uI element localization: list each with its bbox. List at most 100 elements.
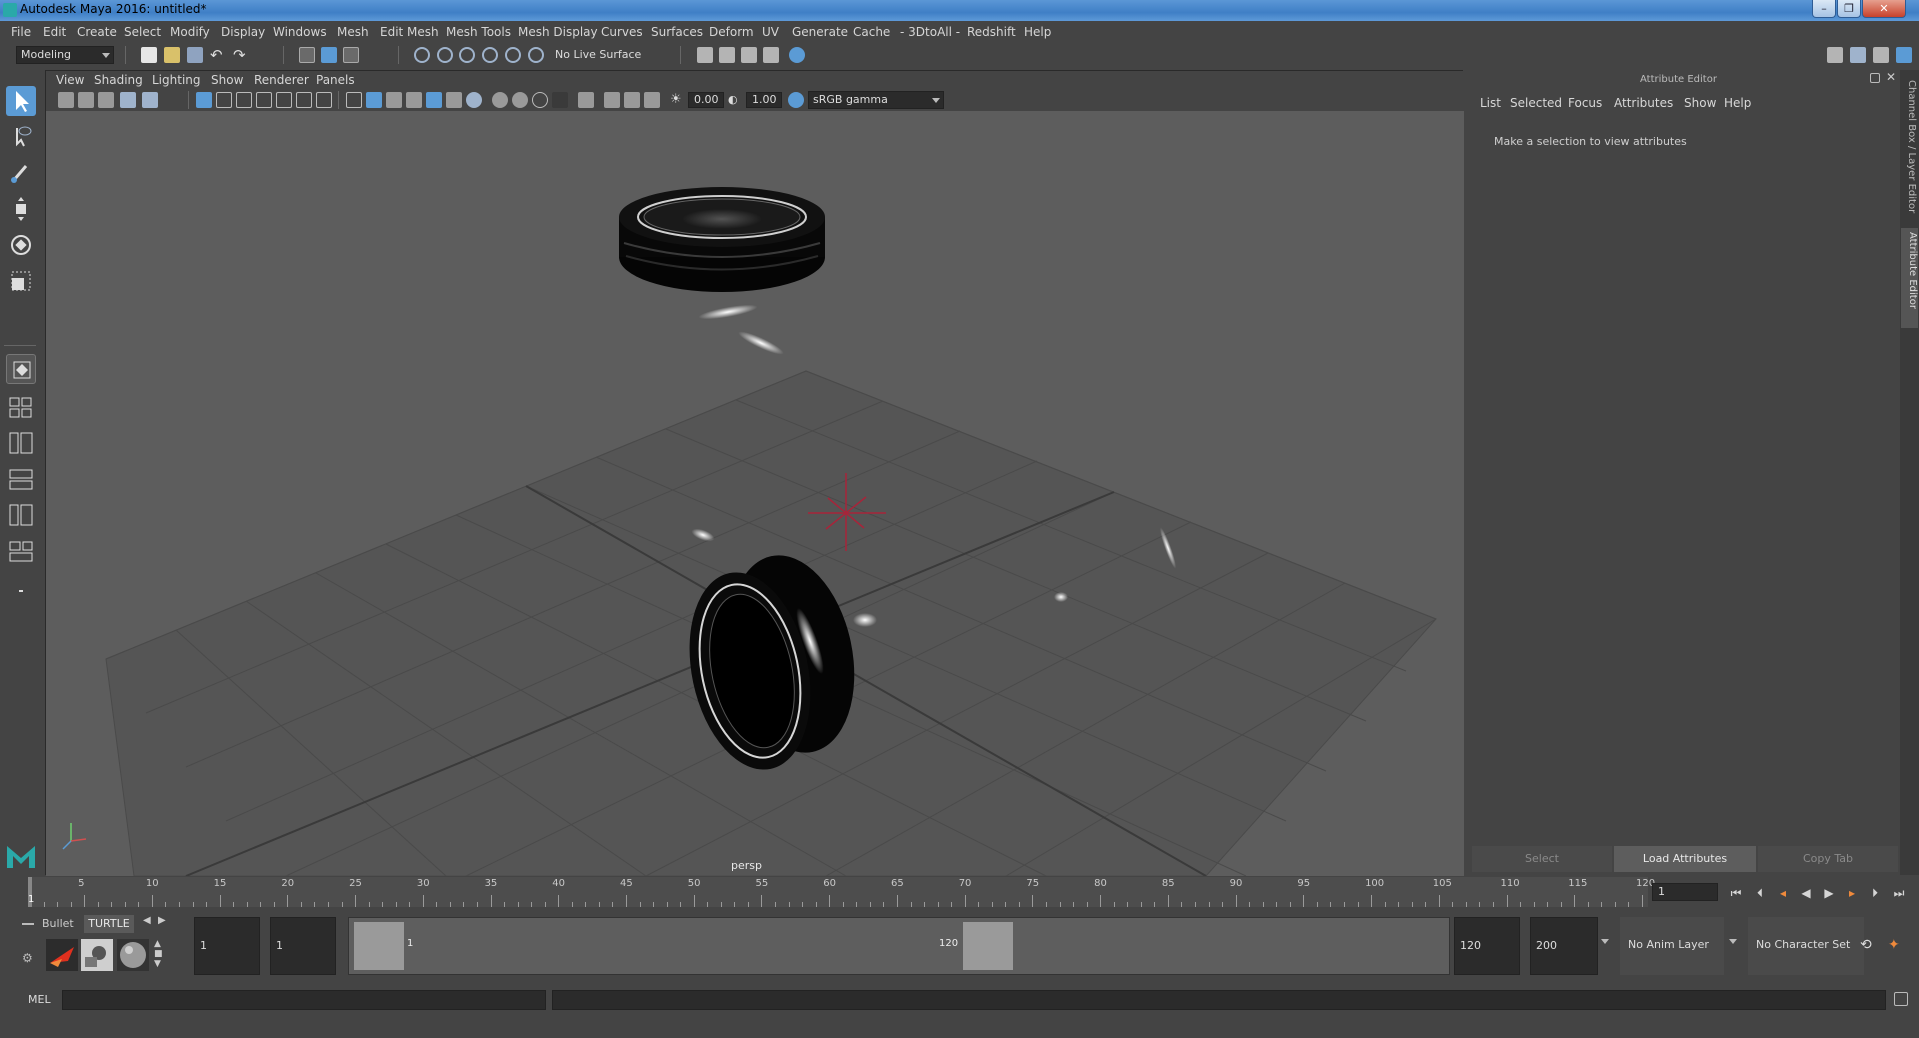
grid-toggle-icon[interactable] (196, 92, 212, 108)
current-frame-field[interactable]: 1 (1652, 883, 1718, 901)
ae-menu-attributes[interactable]: Attributes (1614, 96, 1673, 110)
camera-attributes-icon[interactable] (78, 92, 94, 108)
redo-icon[interactable]: ↷ (233, 47, 249, 63)
mel-label[interactable]: MEL (28, 993, 51, 1006)
shelf-tab-turtle[interactable]: TURTLE (84, 915, 134, 933)
ae-menu-focus[interactable]: Focus (1568, 96, 1602, 110)
select-object-icon[interactable] (321, 47, 337, 63)
ae-menu-show[interactable]: Show (1684, 96, 1716, 110)
menu-edit-mesh[interactable]: Edit Mesh (380, 21, 439, 43)
viewport-menu-view[interactable]: View (56, 71, 84, 89)
step-forward-key-icon[interactable]: ▸ (1843, 884, 1861, 902)
smooth-shade-icon[interactable] (366, 92, 382, 108)
restore-button[interactable]: ❐ (1837, 0, 1861, 18)
safe-title-icon[interactable] (316, 92, 332, 108)
ae-menu-selected[interactable]: Selected (1510, 96, 1562, 110)
animation-end-field[interactable]: 200 (1530, 917, 1598, 975)
scale-tool-icon[interactable] (6, 266, 36, 296)
select-hierarchy-icon[interactable] (299, 47, 315, 63)
exposure-field[interactable]: 0.00 (688, 92, 724, 108)
redshift-shelf-icon[interactable] (46, 939, 78, 971)
bookmark-icon[interactable] (98, 92, 114, 108)
gate-mask-icon[interactable] (256, 92, 272, 108)
select-tool-icon[interactable] (6, 86, 36, 116)
use-all-lights-icon[interactable] (446, 92, 462, 108)
menu-select[interactable]: Select (124, 21, 161, 43)
xray-icon[interactable] (604, 92, 620, 108)
gamma-field[interactable]: 1.00 (746, 92, 782, 108)
timeline-bar[interactable]: 1 5 10 15 20 25 30 35 40 45 50 55 60 65 70 75 80 85 90 95 1… (28, 877, 1655, 907)
playback-start-field[interactable]: 1 (270, 917, 336, 975)
wireframe-icon[interactable] (346, 92, 362, 108)
ae-menu-list[interactable]: List (1480, 96, 1501, 110)
camera-icon[interactable] (58, 92, 74, 108)
save-scene-icon[interactable] (187, 47, 203, 63)
menu-cache[interactable]: Cache (853, 21, 890, 43)
menu-deform[interactable]: Deform (709, 21, 754, 43)
safe-action-icon[interactable] (296, 92, 312, 108)
auto-key-icon[interactable]: ⟲ (1860, 937, 1872, 953)
single-perspective-layout-icon[interactable] (6, 354, 36, 384)
attribute-editor-tab[interactable]: Attribute Editor (1901, 228, 1918, 328)
snap-view-plane-icon[interactable] (482, 47, 498, 63)
shadows-icon[interactable] (466, 92, 482, 108)
snap-point-icon[interactable] (459, 47, 475, 63)
range-bar[interactable]: 1 120 (348, 917, 1450, 975)
color-space-dropdown[interactable]: sRGB gamma (808, 91, 944, 109)
menu-file[interactable]: File (11, 21, 31, 43)
material-ball-shelf-icon[interactable] (117, 939, 149, 971)
persp-outliner-layout-icon[interactable] (6, 428, 36, 458)
3d-viewport[interactable]: persp (46, 111, 1464, 876)
anim-layer-dropdown[interactable]: No Anim Layer (1620, 917, 1724, 975)
menu-curves[interactable]: Curves (601, 21, 643, 43)
lasso-tool-icon[interactable] (6, 122, 36, 152)
live-surface-label[interactable]: No Live Surface (555, 48, 641, 61)
field-chart-icon[interactable] (276, 92, 292, 108)
ae-menu-help[interactable]: Help (1724, 96, 1751, 110)
film-gate-icon[interactable] (216, 92, 232, 108)
render-settings-shelf-icon[interactable] (81, 939, 113, 971)
viewport-menu-shading[interactable]: Shading (94, 71, 143, 89)
viewport-menu-renderer[interactable]: Renderer (254, 71, 309, 89)
menu-modify[interactable]: Modify (170, 21, 210, 43)
script-editor-icon[interactable] (1894, 992, 1908, 1006)
isolate-select-icon[interactable] (578, 92, 594, 108)
select-component-icon[interactable] (343, 47, 359, 63)
upper-tire-model[interactable] (619, 187, 825, 292)
step-forward-frame-icon[interactable]: ⏵ (1866, 884, 1884, 902)
step-back-key-icon[interactable]: ◂ (1774, 884, 1792, 902)
menu-display[interactable]: Display (221, 21, 265, 43)
go-to-start-icon[interactable]: ⏮ (1727, 884, 1745, 902)
shelf-options-icon[interactable]: ⚙ (22, 951, 33, 965)
render-settings-icon[interactable] (763, 47, 779, 63)
menu-edit[interactable]: Edit (43, 21, 66, 43)
persp-graph-outliner-layout-icon[interactable] (6, 536, 36, 566)
minimize-button[interactable]: – (1812, 0, 1836, 18)
animation-start-field[interactable]: 1 (194, 917, 260, 975)
go-to-end-icon[interactable]: ⏭ (1890, 884, 1908, 902)
shelf-scroll-left-icon[interactable]: ◀ (143, 915, 151, 926)
ipr-render-icon[interactable] (741, 47, 757, 63)
shelf-menu-icon[interactable] (22, 923, 34, 925)
ae-select-button[interactable]: Select (1472, 846, 1612, 872)
screen-space-ao-icon[interactable] (492, 92, 508, 108)
xray-joints-icon[interactable] (644, 92, 660, 108)
play-forwards-icon[interactable]: ▶ (1820, 884, 1838, 902)
paint-select-tool-icon[interactable] (6, 158, 36, 188)
float-panel-icon[interactable] (1870, 73, 1880, 83)
character-set-dropdown[interactable]: No Character Set (1748, 917, 1864, 975)
menu-3dtoall[interactable]: - 3DtoAll - (900, 21, 960, 43)
image-plane-icon[interactable] (120, 92, 136, 108)
grease-pencil-icon[interactable] (142, 92, 158, 108)
motion-blur-icon[interactable] (512, 92, 528, 108)
snap-curve-icon[interactable] (437, 47, 453, 63)
color-management-icon[interactable] (788, 92, 804, 108)
default-material-icon[interactable] (386, 92, 402, 108)
undo-icon[interactable]: ↶ (210, 47, 226, 63)
open-scene-icon[interactable] (164, 47, 180, 63)
render-view-icon[interactable] (697, 47, 713, 63)
multisample-aa-icon[interactable] (532, 92, 548, 108)
step-back-frame-icon[interactable]: ⏴ (1751, 884, 1769, 902)
viewport-menu-show[interactable]: Show (211, 71, 243, 89)
shelf-scroll-icon[interactable]: ▲ ■ ▼ (154, 939, 163, 969)
